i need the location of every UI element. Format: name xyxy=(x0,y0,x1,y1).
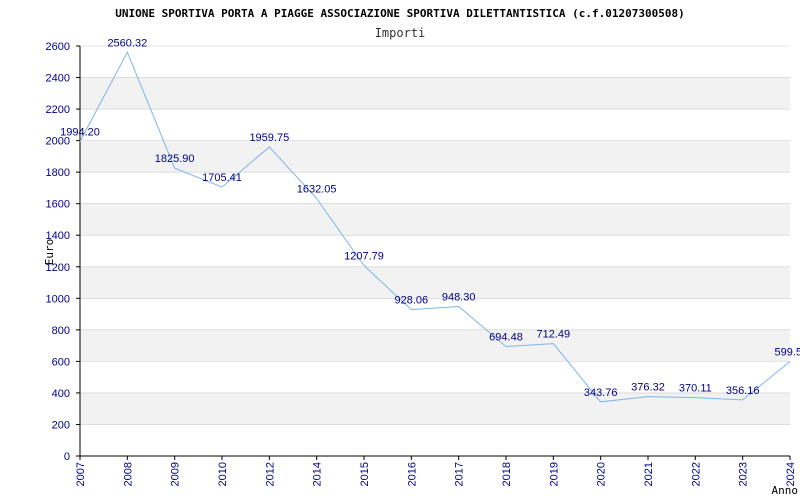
y-axis-title: Euro xyxy=(43,239,56,266)
data-label: 694.48 xyxy=(489,331,523,343)
y-tick-label: 2200 xyxy=(46,104,70,116)
line-chart: 0200400600800100012001400160018002000220… xyxy=(43,7,800,497)
data-label: 1959.75 xyxy=(249,132,289,144)
data-label: 712.49 xyxy=(537,329,571,341)
data-label: 1825.90 xyxy=(155,153,195,165)
x-tick-label: 2017 xyxy=(454,462,466,486)
x-tick-label: 2008 xyxy=(122,462,134,486)
x-tick-label: 2018 xyxy=(501,462,513,486)
x-tick-label: 2023 xyxy=(738,462,750,486)
y-tick-label: 1000 xyxy=(46,293,70,305)
x-tick-label: 2022 xyxy=(690,462,702,486)
background-band xyxy=(80,329,790,362)
background-band xyxy=(80,266,790,299)
chart-subtitle: Importi xyxy=(375,26,426,40)
data-label: 1705.41 xyxy=(202,172,242,184)
x-tick-label: 2020 xyxy=(596,462,608,486)
y-tick-label: 0 xyxy=(64,451,70,463)
data-label: 370.11 xyxy=(679,383,712,395)
x-tick-label: 2016 xyxy=(406,462,418,486)
background-band xyxy=(80,203,790,236)
x-tick-label: 2009 xyxy=(170,462,182,486)
y-tick-label: 200 xyxy=(52,419,70,431)
data-label: 356.16 xyxy=(726,385,760,397)
x-tick-label: 2014 xyxy=(312,462,324,486)
y-tick-label: 1600 xyxy=(46,199,70,211)
x-tick-label: 2010 xyxy=(217,462,229,486)
y-tick-label: 800 xyxy=(52,325,70,337)
x-tick-label: 2021 xyxy=(643,462,655,486)
chart-title: UNIONE SPORTIVA PORTA A PIAGGE ASSOCIAZI… xyxy=(115,7,685,20)
y-tick-label: 2400 xyxy=(46,73,70,85)
data-label: 1207.79 xyxy=(344,251,384,263)
data-label: 1632.05 xyxy=(297,184,337,196)
data-label: 928.06 xyxy=(395,295,429,307)
y-tick-label: 400 xyxy=(52,388,70,400)
x-tick-label: 2012 xyxy=(264,462,276,486)
data-label: 948.30 xyxy=(442,291,476,303)
x-tick-label: 2024 xyxy=(785,462,797,486)
x-axis-title: Anno xyxy=(772,484,799,497)
x-axis-ticks: 2007 2008 2009 2010 2012 2014 2015 2016 2017 2018… xyxy=(75,456,797,486)
data-label: 376.32 xyxy=(631,382,665,394)
x-tick-label: 2015 xyxy=(359,462,371,486)
y-tick-label: 2600 xyxy=(46,41,70,53)
data-label: 1994.20 xyxy=(60,127,100,139)
data-label: 2560.32 xyxy=(107,37,147,49)
background-bands xyxy=(80,77,790,425)
data-label: 599.5 xyxy=(774,346,800,358)
x-tick-label: 2007 xyxy=(75,462,87,486)
data-label: 343.76 xyxy=(584,387,618,399)
y-tick-label: 1800 xyxy=(46,167,70,179)
x-tick-label: 2019 xyxy=(548,462,560,486)
background-band xyxy=(80,77,790,110)
y-tick-label: 600 xyxy=(52,356,70,368)
